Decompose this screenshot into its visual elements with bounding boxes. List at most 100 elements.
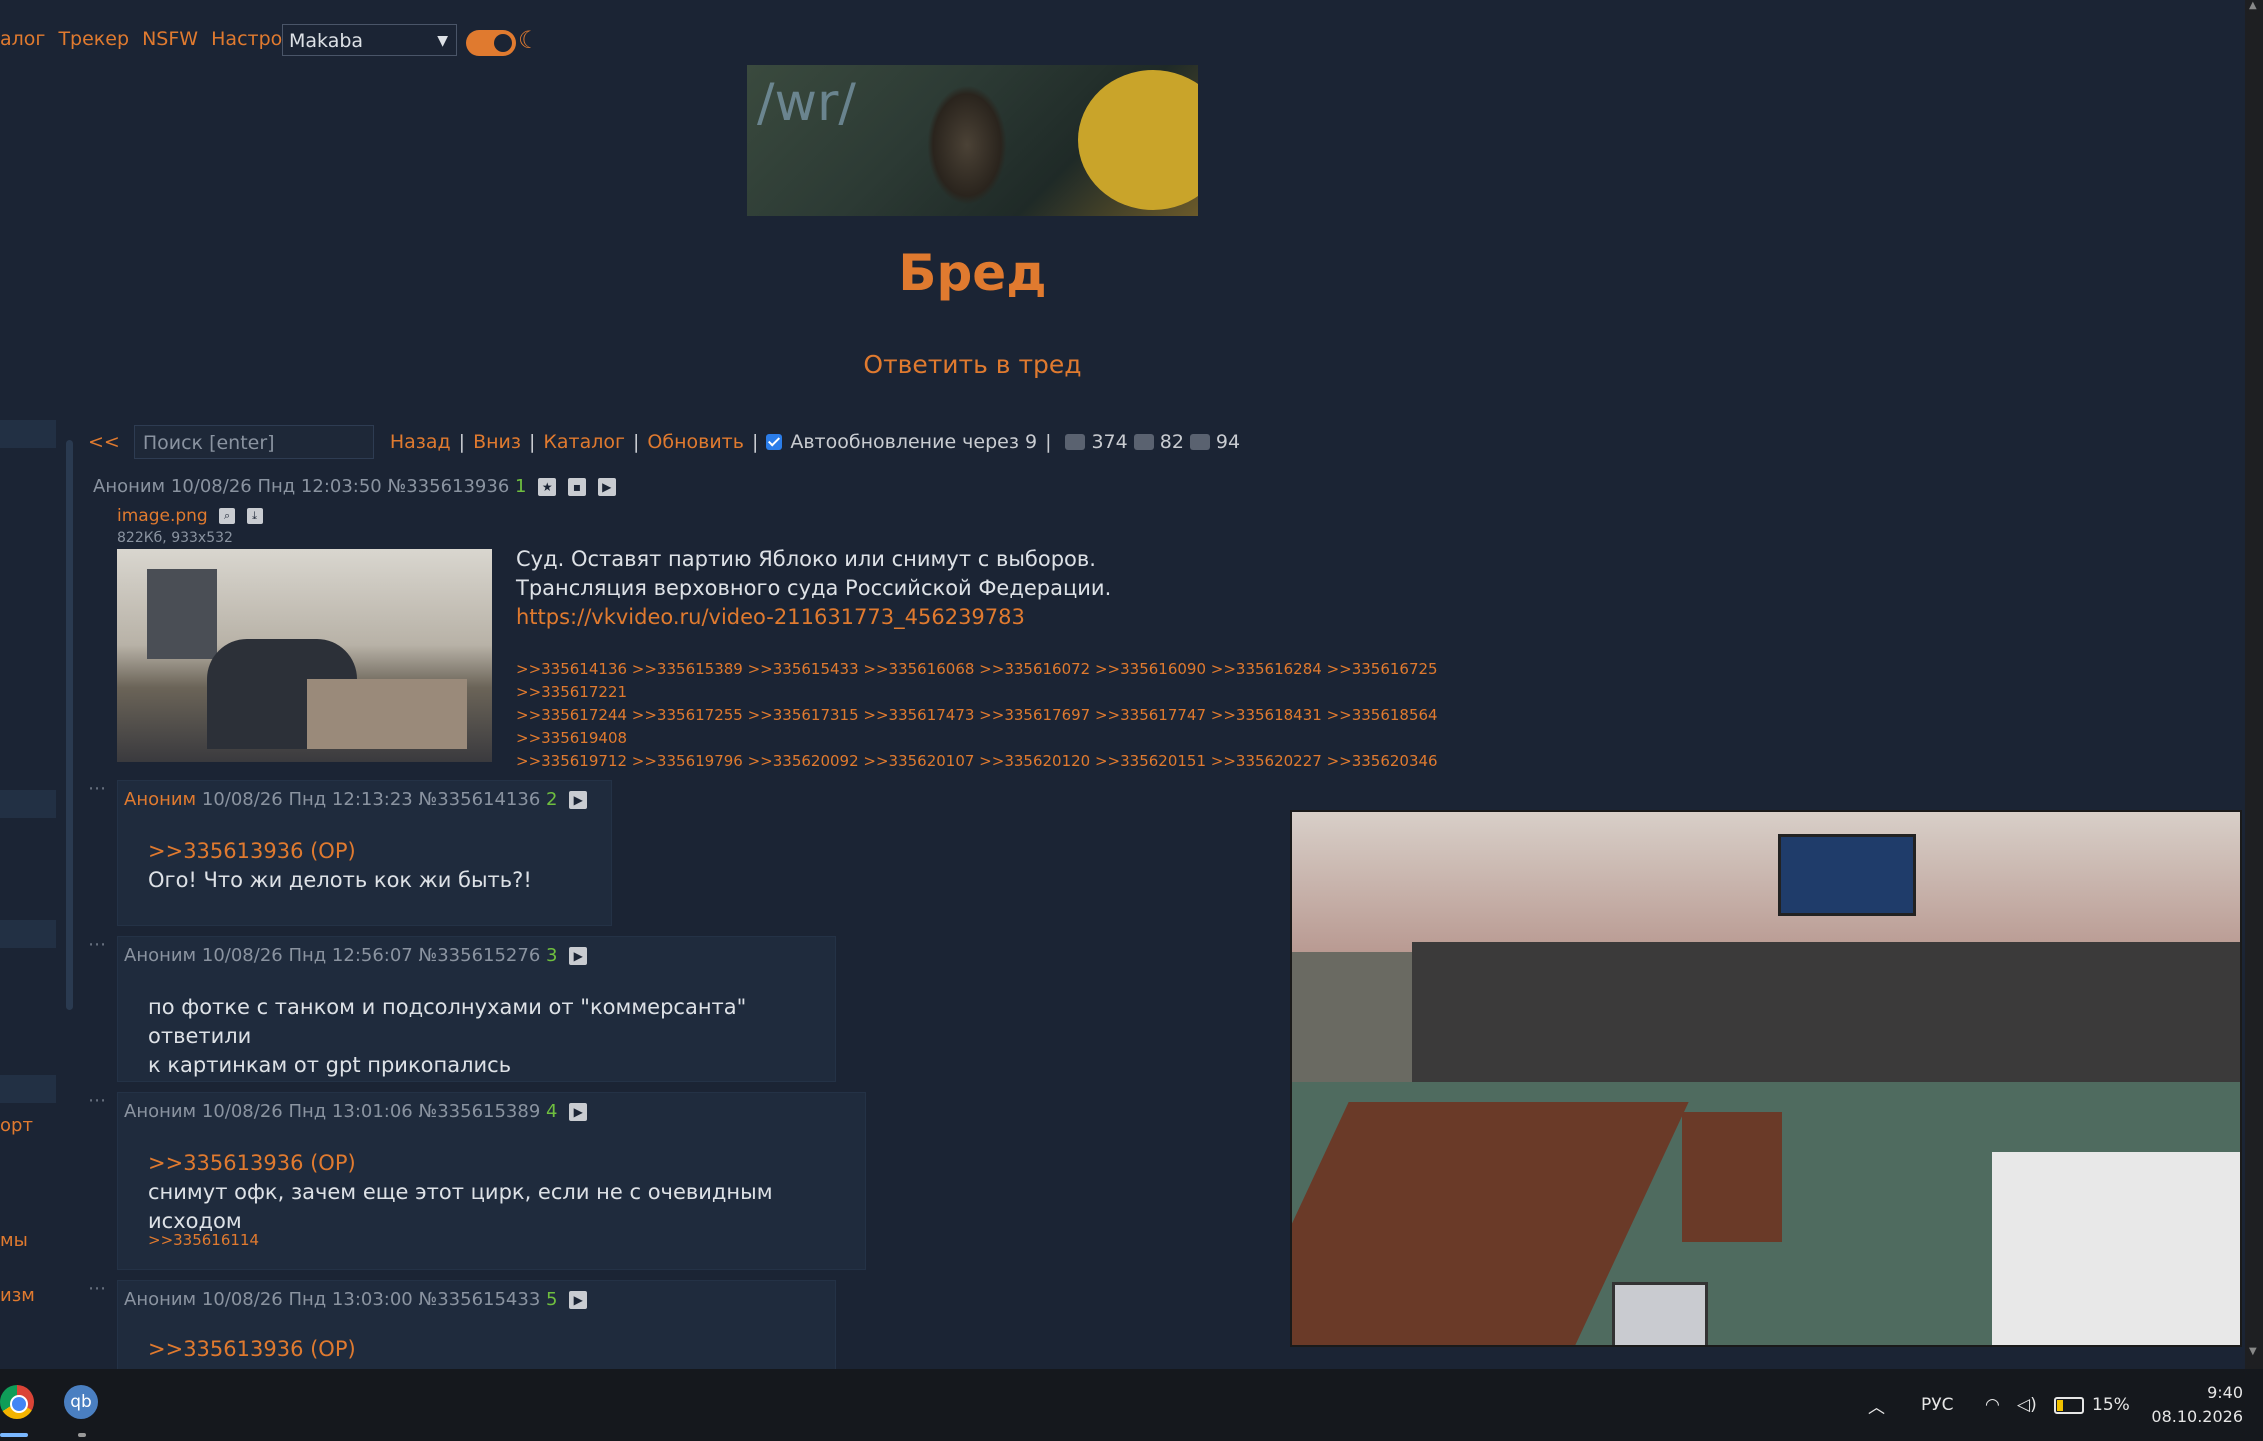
- op-filename[interactable]: image.png ⌕ ⤓: [117, 506, 263, 526]
- users-icon: [1189, 434, 1210, 450]
- file-name[interactable]: image.png: [117, 506, 208, 526]
- style-select-value: Makaba: [289, 30, 364, 52]
- style-select[interactable]: Makaba ▼: [282, 24, 457, 56]
- reply-links-line[interactable]: >>335617244 >>335617255 >>335617315 >>33…: [516, 704, 1516, 750]
- banner-face-image: [1078, 70, 1198, 210]
- separator: |: [633, 431, 640, 453]
- chrome-icon[interactable]: [0, 1385, 34, 1419]
- sidebar-label[interactable]: орт: [0, 1115, 33, 1136]
- post-number[interactable]: №335614136: [419, 789, 541, 810]
- download-icon[interactable]: ⤓: [246, 508, 263, 524]
- reply-links-line[interactable]: >>335614136 >>335615389 >>335615433 >>33…: [516, 658, 1516, 704]
- reply-links-line[interactable]: >>335619712 >>335619796 >>335620092 >>33…: [516, 750, 1516, 773]
- clock-time: 9:40: [2207, 1383, 2243, 1402]
- banner-board-tag: /wr/: [757, 73, 856, 133]
- play-icon[interactable]: ▶: [569, 1291, 588, 1309]
- post-number[interactable]: №335615276: [419, 945, 541, 966]
- sidebar-label[interactable]: мы: [0, 1230, 28, 1251]
- star-icon[interactable]: ★: [538, 478, 557, 496]
- post-index: 5: [546, 1289, 558, 1310]
- post-body: >>335613936 (OP) Ого! Что жи делоть кок …: [148, 837, 532, 895]
- video-crowd: [1412, 942, 2240, 1082]
- post-header: Аноним 10/08/26 Пнд 13:03:00 №335615433 …: [124, 1289, 588, 1310]
- clock-date: 08.10.2026: [2151, 1407, 2243, 1426]
- page-scrollbar[interactable]: ▲ ▼: [2245, 0, 2263, 1369]
- play-icon[interactable]: ▶: [597, 478, 616, 496]
- qbittorrent-icon[interactable]: qb: [64, 1385, 98, 1419]
- board-banner[interactable]: /wr/: [747, 65, 1198, 216]
- collapse-sidebar-button[interactable]: <<: [88, 431, 120, 453]
- nav-tracker[interactable]: Трекер: [58, 28, 129, 50]
- post-menu-icon[interactable]: ⋯: [88, 1278, 106, 1299]
- post-menu-icon[interactable]: ⋯: [88, 778, 106, 799]
- op-image[interactable]: [117, 549, 492, 762]
- post-number[interactable]: №335615433: [419, 1289, 541, 1310]
- autoupdate-checkbox[interactable]: [766, 434, 783, 450]
- video-monitor: [1612, 1282, 1708, 1345]
- sidebar-item[interactable]: [0, 1075, 56, 1103]
- image-decor: [147, 569, 217, 659]
- op-line: Суд. Оставят партию Яблоко или снимут с …: [516, 547, 1096, 571]
- post-author: Аноним: [124, 945, 197, 966]
- post-body: >>335613936 (OP): [148, 1335, 356, 1364]
- search-input[interactable]: Поиск [enter]: [133, 425, 374, 459]
- quote-link[interactable]: >>335613936 (OP): [148, 1149, 865, 1178]
- post: Аноним 10/08/26 Пнд 12:13:23 №335614136 …: [117, 780, 612, 926]
- post-number[interactable]: №335615389: [419, 1101, 541, 1122]
- post-menu-icon[interactable]: ⋯: [88, 934, 106, 955]
- separator: |: [751, 431, 759, 453]
- quote-link[interactable]: >>335613936 (OP): [148, 1335, 356, 1364]
- search-icon[interactable]: ⌕: [219, 508, 236, 524]
- app-indicator: [78, 1433, 86, 1437]
- thread-toolbar: << Поиск [enter] Назад | Вниз | Каталог …: [88, 424, 1240, 460]
- op-video-link[interactable]: https://vkvideo.ru/video-211631773_45623…: [516, 603, 1111, 632]
- hide-icon[interactable]: ▪: [567, 478, 586, 496]
- theme-toggle[interactable]: [466, 30, 516, 56]
- tray-chevron-icon[interactable]: ︿: [1868, 1369, 1885, 1441]
- sidebar-scrollbar[interactable]: [66, 440, 73, 1010]
- op-line: Трансляция верховного суда Российской Фе…: [516, 576, 1112, 600]
- volume-icon[interactable]: ◁): [2017, 1369, 2037, 1441]
- post-datetime: 10/08/26 Пнд 13:03:00: [201, 1289, 413, 1310]
- post-number[interactable]: №335613936: [388, 476, 510, 497]
- battery-icon[interactable]: [2054, 1369, 2084, 1441]
- catalog-link[interactable]: Каталог: [543, 431, 625, 453]
- pip-video-window[interactable]: [1290, 810, 2242, 1347]
- moon-icon[interactable]: ☾: [518, 26, 540, 54]
- down-link[interactable]: Вниз: [473, 431, 521, 453]
- play-icon[interactable]: ▶: [569, 947, 588, 965]
- banner-hedgehog-image: [927, 85, 1007, 205]
- clock[interactable]: 9:40 08.10.2026: [2145, 1381, 2243, 1429]
- scroll-down-icon[interactable]: ▼: [2249, 1346, 2259, 1368]
- sidebar-item[interactable]: [0, 420, 56, 448]
- language-indicator[interactable]: РУС: [1921, 1369, 1953, 1441]
- op-text: Суд. Оставят партию Яблоко или снимут с …: [516, 545, 1111, 632]
- reply-link[interactable]: >>335616114: [148, 1231, 259, 1249]
- play-icon[interactable]: ▶: [569, 1103, 588, 1121]
- post-author: Аноним: [124, 1289, 197, 1310]
- video-podium: [1682, 1112, 1782, 1242]
- sidebar-item[interactable]: [0, 790, 56, 818]
- post-author: Аноним: [93, 476, 166, 497]
- post-header: Аноним 10/08/26 Пнд 12:13:23 №335614136 …: [124, 789, 588, 810]
- post-index: 4: [546, 1101, 558, 1122]
- quote-link[interactable]: >>335613936 (OP): [148, 837, 532, 866]
- reply-in-thread-link[interactable]: Ответить в тред: [0, 350, 1945, 379]
- nav-catalog[interactable]: алог: [0, 28, 45, 50]
- post-body: >>335613936 (OP) снимут офк, зачем еще э…: [148, 1149, 865, 1236]
- active-app-indicator: [0, 1433, 28, 1437]
- scroll-up-icon[interactable]: ▲: [2249, 0, 2259, 22]
- sidebar-label[interactable]: изм: [0, 1285, 35, 1306]
- play-icon[interactable]: ▶: [569, 791, 588, 809]
- post-datetime: 10/08/26 Пнд 12:13:23: [201, 789, 413, 810]
- nav-nsfw[interactable]: NSFW: [142, 28, 198, 50]
- refresh-link[interactable]: Обновить: [647, 431, 744, 453]
- wifi-icon[interactable]: ◠: [1985, 1369, 2000, 1441]
- video-papers: [1992, 1152, 2240, 1345]
- sidebar-item[interactable]: [0, 920, 56, 948]
- post-index: 1: [515, 476, 527, 497]
- taskbar: qb ︿ РУС ◠ ◁) 15% 9:40 08.10.2026: [0, 1369, 2263, 1441]
- post-author: Аноним: [124, 789, 197, 810]
- post-menu-icon[interactable]: ⋯: [88, 1090, 106, 1111]
- back-link[interactable]: Назад: [390, 431, 451, 453]
